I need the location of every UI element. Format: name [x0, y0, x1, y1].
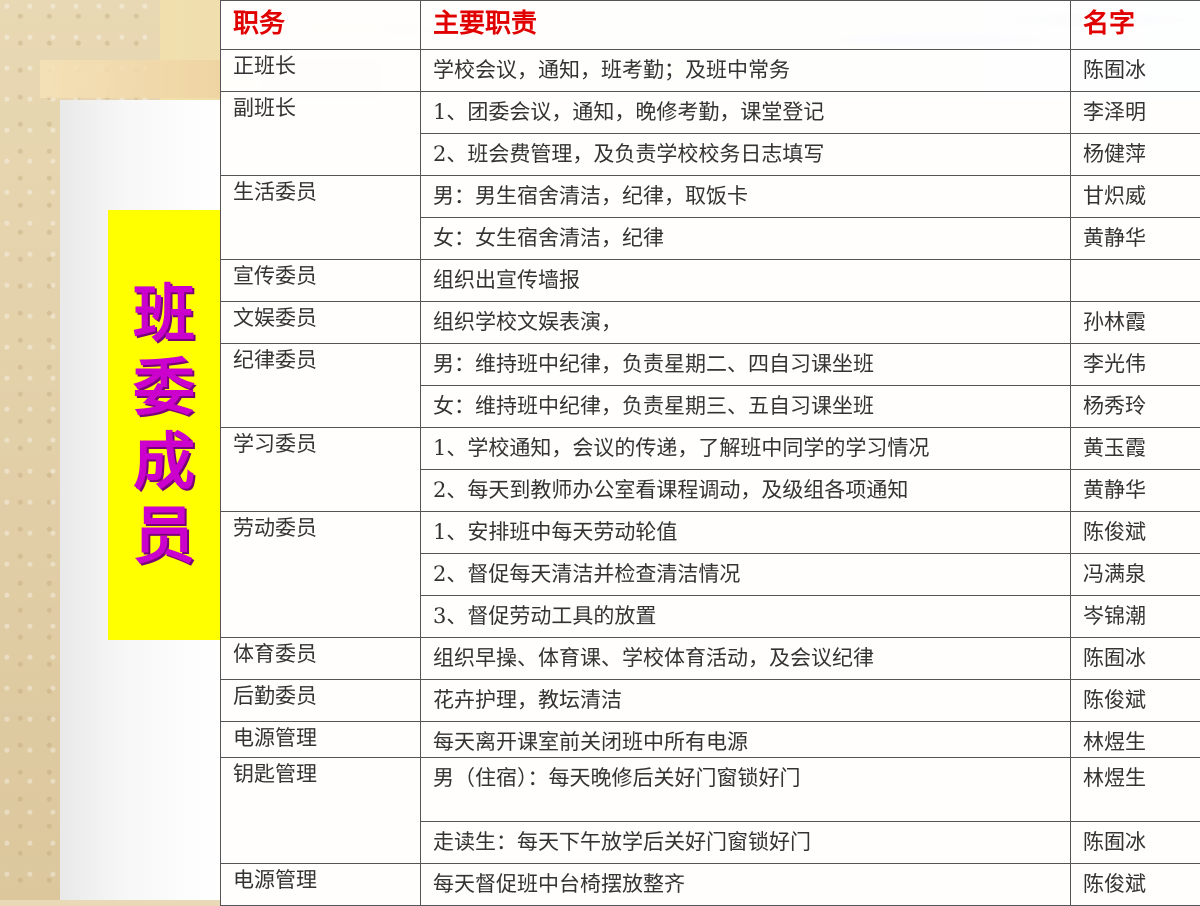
name-cell: 林煜生: [1071, 758, 1200, 822]
committee-table: 职务 主要职责 名字 正班长 学校会议，通知，班考勤；及班中常务 陈囿冰 副班长…: [220, 0, 1200, 906]
duty-cell: 走读生：每天下午放学后关好门窗锁好门: [421, 822, 1071, 864]
table-row: 宣传委员 组织出宣传墙报: [221, 260, 1200, 302]
name-cell: 冯满泉: [1071, 554, 1200, 596]
duty-cell: 花卉护理，教坛清洁: [421, 680, 1071, 722]
duty-cell: 组织学校文娱表演，: [421, 302, 1071, 344]
committee-table-container: 职务 主要职责 名字 正班长 学校会议，通知，班考勤；及班中常务 陈囿冰 副班长…: [220, 0, 1200, 900]
role-cell: 学习委员: [221, 428, 421, 512]
duty-cell: 每天督促班中台椅摆放整齐: [421, 864, 1071, 906]
duty-cell: 1、团委会议，通知，晚修考勤，课堂登记: [421, 92, 1071, 134]
name-cell: 陈俊斌: [1071, 864, 1200, 906]
role-cell: 副班长: [221, 92, 421, 176]
table-row: 正班长 学校会议，通知，班考勤；及班中常务 陈囿冰: [221, 50, 1200, 92]
name-cell: 黄玉霞: [1071, 428, 1200, 470]
header-role: 职务: [221, 1, 421, 50]
duty-cell: 组织出宣传墙报: [421, 260, 1071, 302]
role-cell: 纪律委员: [221, 344, 421, 428]
table-row: 电源管理 每天督促班中台椅摆放整齐 陈俊斌: [221, 864, 1200, 906]
table-row: 劳动委员 1、安排班中每天劳动轮值 陈俊斌: [221, 512, 1200, 554]
table-row: 纪律委员 男：维持班中纪律，负责星期二、四自习课坐班 李光伟: [221, 344, 1200, 386]
table-row: 学习委员 1、学校通知，会议的传递，了解班中同学的学习情况 黄玉霞: [221, 428, 1200, 470]
table-row: 电源管理 每天离开课室前关闭班中所有电源 林煜生: [221, 722, 1200, 758]
duty-cell: 学校会议，通知，班考勤；及班中常务: [421, 50, 1071, 92]
name-cell: 杨秀玲: [1071, 386, 1200, 428]
header-name: 名字: [1071, 1, 1200, 50]
table-row: 后勤委员 花卉护理，教坛清洁 陈俊斌: [221, 680, 1200, 722]
title-char-3: 成: [133, 431, 195, 493]
role-cell: 宣传委员: [221, 260, 421, 302]
name-cell: 黄静华: [1071, 218, 1200, 260]
table-row: 体育委员 组织早操、体育课、学校体育活动，及会议纪律 陈囿冰: [221, 638, 1200, 680]
duty-cell: 每天离开课室前关闭班中所有电源: [421, 722, 1071, 758]
name-cell: 孙林霞: [1071, 302, 1200, 344]
duty-cell: 女：维持班中纪律，负责星期三、五自习课坐班: [421, 386, 1071, 428]
role-cell: 生活委员: [221, 176, 421, 260]
role-cell: 体育委员: [221, 638, 421, 680]
duty-cell: 2、督促每天清洁并检查清洁情况: [421, 554, 1071, 596]
name-cell: 陈俊斌: [1071, 512, 1200, 554]
duty-cell: 1、安排班中每天劳动轮值: [421, 512, 1071, 554]
duty-cell: 男：男生宿舍清洁，纪律，取饭卡: [421, 176, 1071, 218]
title-char-1: 班: [133, 283, 195, 345]
table-row: 生活委员 男：男生宿舍清洁，纪律，取饭卡 甘炽威: [221, 176, 1200, 218]
role-cell: 电源管理: [221, 722, 421, 758]
name-cell: 陈囿冰: [1071, 50, 1200, 92]
name-cell: 黄静华: [1071, 470, 1200, 512]
table-row: 文娱委员 组织学校文娱表演， 孙林霞: [221, 302, 1200, 344]
name-cell: 陈囿冰: [1071, 638, 1200, 680]
role-cell: 正班长: [221, 50, 421, 92]
duty-cell: 组织早操、体育课、学校体育活动，及会议纪律: [421, 638, 1071, 680]
name-cell: 陈囿冰: [1071, 822, 1200, 864]
duty-cell: 3、督促劳动工具的放置: [421, 596, 1071, 638]
name-cell: 陈俊斌: [1071, 680, 1200, 722]
name-cell: [1071, 260, 1200, 302]
name-cell: 林煜生: [1071, 722, 1200, 758]
name-cell: 甘炽威: [1071, 176, 1200, 218]
name-cell: 李光伟: [1071, 344, 1200, 386]
table-header-row: 职务 主要职责 名字: [221, 1, 1200, 50]
name-cell: 岑锦潮: [1071, 596, 1200, 638]
duty-cell: 男：维持班中纪律，负责星期二、四自习课坐班: [421, 344, 1071, 386]
role-cell: 劳动委员: [221, 512, 421, 638]
role-cell: 电源管理: [221, 864, 421, 906]
role-cell: 文娱委员: [221, 302, 421, 344]
vertical-title: 班 委 成 员: [108, 210, 220, 640]
header-duty: 主要职责: [421, 1, 1071, 50]
title-char-4: 员: [133, 505, 195, 567]
duty-cell: 1、学校通知，会议的传递，了解班中同学的学习情况: [421, 428, 1071, 470]
role-cell: 钥匙管理: [221, 758, 421, 864]
duty-cell: 2、每天到教师办公室看课程调动，及级组各项通知: [421, 470, 1071, 512]
duty-cell: 男（住宿）：每天晚修后关好门窗锁好门: [421, 758, 1071, 822]
table-row: 副班长 1、团委会议，通知，晚修考勤，课堂登记 李泽明: [221, 92, 1200, 134]
name-cell: 李泽明: [1071, 92, 1200, 134]
title-char-2: 委: [133, 357, 195, 419]
table-row: 钥匙管理 男（住宿）：每天晚修后关好门窗锁好门 林煜生: [221, 758, 1200, 822]
duty-cell: 2、班会费管理，及负责学校校务日志填写: [421, 134, 1071, 176]
role-cell: 后勤委员: [221, 680, 421, 722]
name-cell: 杨健萍: [1071, 134, 1200, 176]
duty-cell: 女：女生宿舍清洁，纪律: [421, 218, 1071, 260]
